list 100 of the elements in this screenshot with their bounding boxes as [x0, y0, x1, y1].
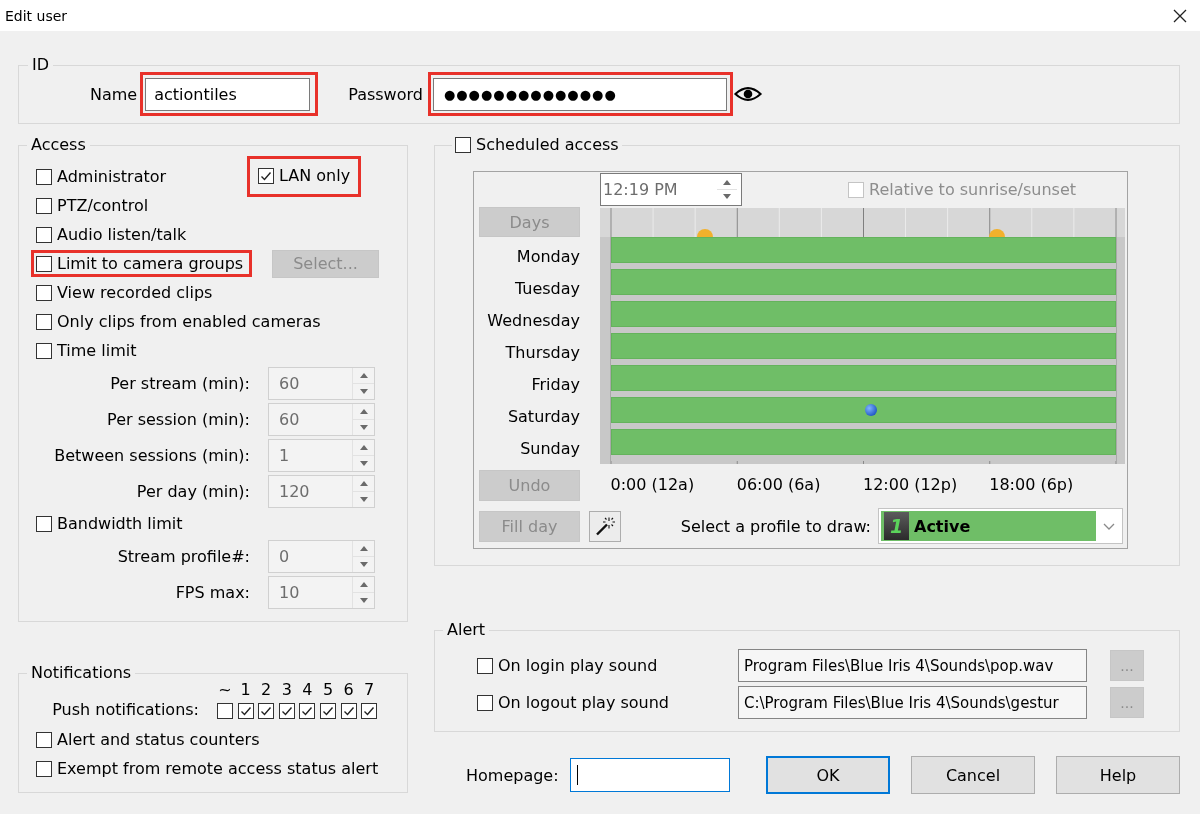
checkbox[interactable]: [217, 703, 233, 719]
channel-number: 5: [322, 682, 334, 698]
checkbox-label[interactable]: Limit to camera groups: [57, 254, 244, 273]
channel-number: ~: [218, 682, 232, 698]
field-label: Between sessions (min):: [53, 445, 250, 465]
axis-label: 18:00 (6p): [989, 476, 1074, 494]
group-title: Access: [30, 136, 87, 154]
down-arrow-icon[interactable]: [359, 561, 368, 567]
checkbox[interactable]: [36, 515, 52, 532]
checkbox[interactable]: [36, 197, 52, 214]
checkbox[interactable]: [319, 703, 336, 719]
day-label: Friday: [531, 376, 580, 394]
checkbox[interactable]: [278, 703, 295, 719]
day-track[interactable]: [610, 237, 1116, 269]
profile-number: 1: [884, 512, 909, 540]
day-track[interactable]: [610, 301, 1116, 333]
field-label: Select a profile to draw:: [680, 516, 871, 536]
checkbox[interactable]: [237, 703, 254, 719]
checkbox[interactable]: [258, 167, 274, 184]
axis-label: 0:00 (12a): [610, 476, 695, 494]
dialog-button[interactable]: Help: [1056, 756, 1180, 794]
checkbox[interactable]: [477, 694, 493, 711]
down-arrow-icon[interactable]: [359, 460, 368, 466]
checkbox[interactable]: [477, 657, 493, 674]
channel-number: 1: [240, 682, 251, 698]
day-label: Monday: [516, 248, 580, 266]
checkbox[interactable]: [36, 760, 52, 777]
field-label: Per day (min):: [135, 481, 250, 501]
field-label: Stream profile#:: [116, 546, 250, 566]
checkbox-label[interactable]: Scheduled access: [476, 136, 619, 154]
field-label: Homepage:: [466, 765, 559, 785]
checkbox-label[interactable]: On login play sound: [498, 656, 658, 675]
checkbox-label[interactable]: Administrator: [57, 167, 167, 186]
day-label: Tuesday: [514, 280, 580, 298]
field-label: Per stream (min):: [109, 373, 250, 393]
window-title: Edit user: [5, 7, 68, 24]
checkbox-label[interactable]: View recorded clips: [57, 283, 213, 302]
axis-label: 12:00 (12p): [863, 476, 958, 494]
group-title: Alert: [446, 621, 487, 639]
checkbox[interactable]: [36, 255, 52, 272]
field-label: Per session (min):: [106, 409, 250, 429]
checkbox-label[interactable]: LAN only: [279, 166, 351, 185]
name-field[interactable]: actiontiles: [145, 78, 311, 111]
sun-icon: [989, 229, 1005, 237]
checkbox[interactable]: [340, 703, 357, 719]
channel-number: 4: [302, 682, 313, 698]
down-arrow-icon[interactable]: [359, 388, 368, 394]
channel-number: 6: [343, 682, 354, 698]
down-arrow-icon[interactable]: [359, 424, 368, 430]
day-track[interactable]: [610, 365, 1116, 397]
checkbox-label[interactable]: Time limit: [57, 341, 137, 360]
axis-label: 06:00 (6a): [736, 476, 821, 494]
checkbox-label[interactable]: Only clips from enabled cameras: [57, 312, 321, 331]
checkbox[interactable]: [36, 284, 52, 301]
checkbox[interactable]: [36, 731, 52, 748]
day-label: Wednesday: [487, 312, 580, 330]
dialog-button[interactable]: Cancel: [911, 756, 1035, 794]
sun-icon: [697, 229, 713, 237]
checkbox-label[interactable]: PTZ/control: [57, 196, 149, 215]
group-title: Notifications: [30, 664, 133, 682]
sound-path-field[interactable]: Program Files\Blue Iris 4\Sounds\pop.wav: [738, 649, 1087, 682]
checkbox[interactable]: [36, 342, 52, 359]
checkbox-label[interactable]: Bandwidth limit: [57, 514, 183, 533]
checkbox-label[interactable]: Exempt from remote access status alert: [57, 759, 379, 778]
channel-number: 3: [281, 682, 292, 698]
channel-number: 7: [364, 682, 375, 698]
sound-path-field[interactable]: C:\Program Files\Blue Iris 4\Sounds\gestur: [738, 686, 1087, 719]
down-arrow-icon[interactable]: [359, 597, 368, 603]
dialog-button[interactable]: OK: [766, 756, 890, 794]
day-label: Thursday: [505, 344, 580, 362]
day-label: Sunday: [520, 440, 580, 458]
magic-wand-icon: [595, 516, 615, 536]
field-label: Name: [90, 84, 138, 104]
day-track[interactable]: [610, 269, 1116, 301]
magic-wand-button[interactable]: [589, 510, 621, 542]
day-track[interactable]: [610, 397, 1116, 429]
checkbox[interactable]: [36, 168, 52, 185]
profile-dropdown[interactable]: 1 Active: [878, 508, 1123, 544]
checkbox[interactable]: [455, 137, 471, 153]
checkbox-label[interactable]: Audio listen/talk: [57, 225, 187, 244]
chevron-down-icon: [1103, 522, 1115, 530]
text-cursor: [576, 765, 578, 785]
checkbox[interactable]: [36, 226, 52, 243]
checkbox[interactable]: [299, 703, 316, 719]
checkbox[interactable]: [361, 703, 378, 719]
homepage-field[interactable]: [569, 758, 730, 792]
day-track[interactable]: [610, 333, 1116, 365]
field-label: Push notifications:: [51, 701, 199, 719]
down-arrow-icon[interactable]: [359, 496, 368, 502]
checkbox[interactable]: [36, 313, 52, 330]
group-title: ID: [31, 56, 51, 74]
field-label: FPS max:: [174, 582, 250, 602]
close-icon[interactable]: [1173, 8, 1187, 23]
day-label: Saturday: [507, 408, 580, 426]
checkbox-label[interactable]: On logout play sound: [498, 693, 670, 712]
checkbox-label[interactable]: Alert and status counters: [57, 730, 260, 749]
password-field[interactable]: ●●●●●●●●●●●●●●: [432, 78, 727, 111]
checkbox[interactable]: [258, 703, 275, 719]
eye-icon[interactable]: [733, 86, 762, 102]
day-track[interactable]: [610, 429, 1116, 461]
